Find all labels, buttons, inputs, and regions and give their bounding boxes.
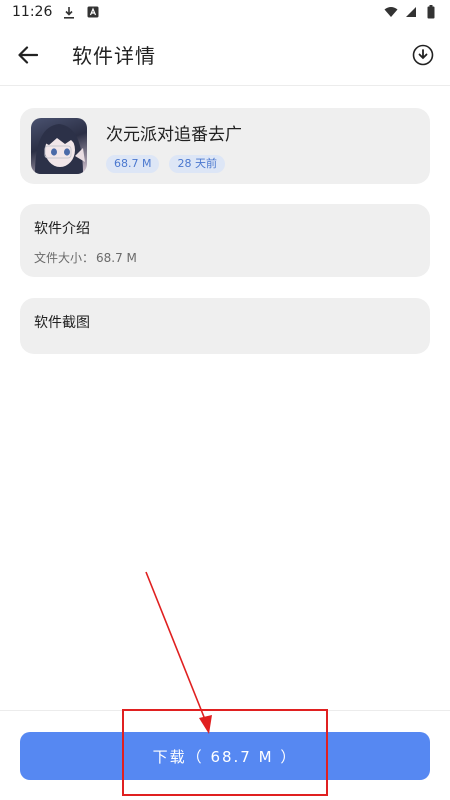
status-left: 11:26 [12,4,100,20]
file-size-label: 文件大小： [34,251,95,265]
intro-card: 软件介绍 文件大小： 68.7 M [20,204,430,277]
size-badge: 68.7 M [106,155,160,173]
status-time: 11:26 [12,4,53,20]
battery-icon [424,5,438,19]
annotation-highlight-box [122,709,328,796]
screenshots-card: 软件截图 [20,298,430,354]
app-info-card: 次元派对追番去广 68.7 M 28 天前 [20,108,430,184]
signal-icon [404,5,418,19]
file-size-value: 68.7 M [96,251,137,265]
download-icon [62,5,76,19]
status-right [384,5,438,19]
download-top-button[interactable] [410,42,436,68]
intro-title: 软件介绍 [34,221,90,237]
file-size-row: 文件大小： 68.7 M [34,249,137,266]
status-bar: 11:26 [0,0,450,24]
screenshots-title: 软件截图 [34,315,90,331]
app-badges: 68.7 M 28 天前 [106,155,225,173]
page-title: 软件详情 [72,44,156,68]
app-bar: 软件详情 [0,24,450,86]
app-icon [31,118,87,174]
download-circle-icon [412,44,434,65]
app-name: 次元派对追番去广 [106,125,242,145]
arrow-left-icon [18,45,38,64]
back-button[interactable] [14,41,42,69]
time-badge: 28 天前 [169,155,225,173]
wifi-icon [384,5,398,19]
notification-a-icon [86,5,100,19]
